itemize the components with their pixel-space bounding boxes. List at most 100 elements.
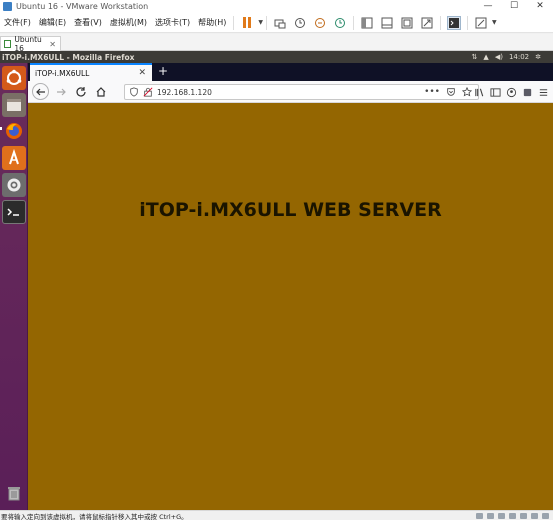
system-settings-icon[interactable] — [2, 173, 26, 197]
pocket-icon[interactable] — [446, 87, 456, 97]
home-button[interactable] — [93, 84, 109, 100]
volume-icon[interactable]: ◀) — [495, 53, 503, 61]
pause-icon — [243, 17, 252, 28]
url-bar[interactable]: 192.168.1.120 ••• — [124, 84, 479, 100]
menu-edit[interactable]: 编辑(E) — [35, 17, 70, 28]
window-title: Ubuntu 16 - VMware Workstation — [16, 2, 149, 11]
menu-help[interactable]: 帮助(H) — [194, 17, 230, 28]
page-actions-icon[interactable]: ••• — [424, 87, 440, 97]
window-controls: — ☐ ✕ — [475, 0, 553, 13]
sidebars-icon[interactable] — [490, 87, 501, 98]
menu-vm[interactable]: 虚拟机(M) — [106, 17, 151, 28]
browser-tab[interactable]: iTOP-i.MX6ULL ✕ — [30, 63, 152, 81]
single-view-button[interactable] — [380, 16, 394, 30]
vm-icon — [4, 40, 12, 48]
extension-icon[interactable] — [522, 87, 533, 98]
revert-snapshot-icon — [315, 17, 326, 28]
unity-icon — [421, 17, 433, 28]
manage-snapshots-icon — [335, 17, 346, 28]
software-center-icon[interactable] — [2, 146, 26, 170]
active-window-title: iTOP-i.MX6ULL - Mozilla Firefox — [2, 52, 135, 62]
revert-snapshot-button[interactable] — [313, 16, 327, 30]
firefox-icon[interactable] — [2, 119, 26, 143]
full-screen-icon — [401, 17, 413, 28]
snapshot-button[interactable] — [293, 16, 307, 30]
stretch-dropdown-icon[interactable]: ▼ — [492, 19, 497, 26]
terminal-icon[interactable] — [2, 200, 26, 224]
reload-button[interactable] — [73, 84, 89, 100]
full-screen-button[interactable] — [400, 16, 414, 30]
toolbar-divider — [467, 15, 469, 30]
ubuntu-top-panel: iTOP-i.MX6ULL - Mozilla Firefox ⇅ ▲ ◀) 1… — [0, 51, 553, 63]
menu-tabs[interactable]: 选项卡(T) — [151, 17, 194, 28]
trash-icon[interactable] — [2, 481, 26, 505]
pause-button[interactable] — [240, 16, 254, 30]
menu-view[interactable]: 查看(V) — [70, 17, 106, 28]
manage-snapshots-button[interactable] — [333, 16, 347, 30]
firefox-window: iTOP-i.MX6ULL ✕ + 192.168.1.120 ••• iTOP… — [28, 63, 553, 510]
single-view-icon — [381, 17, 393, 28]
url-bar-actions: ••• — [424, 87, 472, 97]
firefox-toolbar-right — [474, 84, 549, 100]
toolbar-divider — [440, 15, 442, 30]
network-adapter-icon[interactable] — [498, 512, 505, 519]
device-icons — [476, 512, 549, 519]
files-icon[interactable] — [2, 93, 26, 117]
send-keys-button[interactable] — [273, 16, 287, 30]
page-content[interactable]: iTOP-i.MX6ULL WEB SERVER — [28, 103, 553, 510]
tracking-protection-icon[interactable] — [129, 87, 139, 97]
firefox-tab-bar: iTOP-i.MX6ULL ✕ + — [28, 63, 553, 81]
guest-screen[interactable]: iTOP-i.MX6ULL - Mozilla Firefox ⇅ ▲ ◀) 1… — [0, 51, 553, 510]
indicator-area: ⇅ ▲ ◀) 14:02 ✲ — [472, 53, 541, 61]
back-button[interactable] — [32, 83, 49, 100]
vmware-titlebar: Ubuntu 16 - VMware Workstation — ☐ ✕ — [0, 0, 553, 13]
hard-disk-icon[interactable] — [476, 512, 483, 519]
usb-icon[interactable] — [509, 512, 516, 519]
unity-button[interactable] — [420, 16, 434, 30]
url-text[interactable]: 192.168.1.120 — [157, 88, 212, 97]
bookmark-star-icon[interactable] — [462, 87, 472, 97]
firefox-navigation-bar: 192.168.1.120 ••• — [28, 81, 553, 103]
browser-tab-close-icon[interactable]: ✕ — [138, 68, 146, 78]
library-icon[interactable] — [474, 87, 485, 98]
network-icon[interactable]: ▲ — [483, 53, 488, 61]
keyboard-indicator-icon[interactable]: ⇅ — [472, 53, 478, 61]
menu-file[interactable]: 文件(F) — [0, 17, 35, 28]
reload-icon — [76, 86, 86, 97]
insecure-connection-icon[interactable] — [143, 87, 153, 97]
account-icon[interactable] — [506, 87, 517, 98]
close-button[interactable]: ✕ — [527, 0, 553, 13]
minimize-button[interactable]: — — [475, 0, 501, 13]
stretch-button[interactable] — [474, 16, 488, 30]
toolbar-divider — [233, 15, 235, 30]
ubuntu-launcher — [0, 63, 28, 510]
clock[interactable]: 14:02 — [509, 53, 529, 61]
tab-ubuntu-16[interactable]: Ubuntu 16 ✕ — [0, 35, 61, 53]
vmware-app-icon — [3, 2, 12, 11]
toolbar-divider — [353, 15, 355, 30]
pause-dropdown-icon[interactable]: ▼ — [258, 19, 263, 26]
gear-icon[interactable]: ✲ — [535, 53, 541, 61]
back-arrow-icon — [35, 88, 45, 95]
new-tab-button[interactable]: + — [156, 64, 170, 78]
forward-button[interactable] — [53, 84, 69, 100]
snapshot-icon — [295, 17, 306, 28]
printer-icon[interactable] — [531, 512, 538, 519]
fit-window-icon — [361, 17, 373, 28]
vmware-tab-strip: Ubuntu 16 ✕ — [0, 34, 553, 53]
send-keys-icon — [274, 19, 286, 28]
cd-drive-icon[interactable] — [487, 512, 494, 519]
console-view-button[interactable] — [447, 15, 462, 30]
ubuntu-dash-icon[interactable] — [2, 66, 26, 90]
home-icon — [96, 86, 106, 97]
tab-close-icon[interactable]: ✕ — [49, 40, 56, 49]
stretch-icon — [475, 17, 487, 28]
fit-window-button[interactable] — [360, 16, 374, 30]
maximize-button[interactable]: ☐ — [501, 0, 527, 13]
sound-card-icon[interactable] — [520, 512, 527, 519]
forward-arrow-icon — [57, 88, 66, 95]
hamburger-menu-icon[interactable] — [538, 87, 549, 98]
page-heading: iTOP-i.MX6ULL WEB SERVER — [139, 199, 442, 221]
display-icon[interactable] — [542, 512, 549, 519]
vmware-menubar: 文件(F) 编辑(E) 查看(V) 虚拟机(M) 选项卡(T) 帮助(H) ▼ … — [0, 13, 553, 33]
